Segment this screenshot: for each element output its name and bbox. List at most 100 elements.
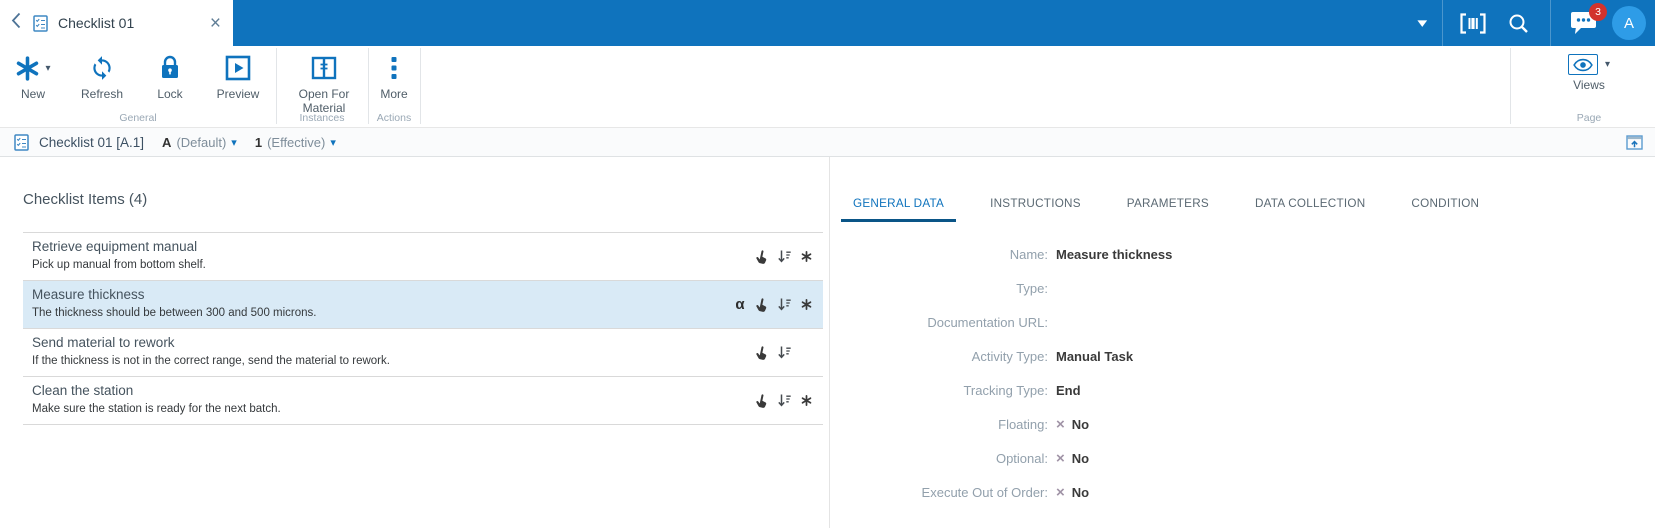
item-description: If the thickness is not in the correct r… [32,355,390,367]
checklist-items-heading: Checklist Items (4) [23,191,148,208]
item-description: Make sure the station is ready for the n… [32,403,281,415]
breadcrumb-title: Checklist 01 [A.1] [39,134,145,150]
open-for-material-button[interactable]: Open For Material [282,52,366,115]
field-documentation-url: Documentation URL: [853,305,1655,339]
tab-instructions[interactable]: INSTRUCTIONS [978,197,1093,222]
chevron-down-icon: ▾ [231,136,237,149]
button-label: New [20,87,45,101]
no-cross-icon: × [1056,449,1065,467]
sort-order-icon [773,297,795,312]
sort-order-icon [773,345,795,360]
group-separator [1510,48,1511,124]
details-tabs: GENERAL DATA INSTRUCTIONS PARAMETERS DAT… [841,197,1655,222]
eye-icon [1567,54,1598,75]
sort-order-icon [773,393,795,408]
mandatory-asterisk-icon [795,251,817,262]
checklist-items-panel: Checklist Items (4) Retrieve equipment m… [0,157,829,528]
chevron-down-icon: ▾ [330,136,336,149]
open-in-window-icon[interactable] [1626,135,1643,150]
field-value: No [1071,450,1090,466]
manual-task-hand-icon [751,249,773,265]
item-description: Pick up manual from bottom shelf. [32,259,206,271]
new-dropdown-caret-icon: ▾ [45,62,51,74]
button-label: Lock [157,87,183,101]
notification-badge: 3 [1589,3,1607,21]
more-button[interactable]: More [370,52,418,101]
item-title: Clean the station [32,383,134,398]
group-separator [420,48,421,124]
list-item-measure-thickness[interactable]: Measure thickness The thickness should b… [23,281,823,329]
checklist-document-icon [14,133,29,151]
tab-general-data[interactable]: GENERAL DATA [841,197,957,222]
search-icon[interactable] [1508,13,1529,34]
topbar-separator [1550,0,1551,46]
new-asterisk-icon: ▾ [15,52,51,84]
field-label: Optional: [995,450,1048,466]
list-item-retrieve-equipment-manual[interactable]: Retrieve equipment manual Pick up manual… [23,233,823,281]
group-label-instances: Instances [299,112,345,124]
field-activity-type: Activity Type: Manual Task [853,339,1655,373]
field-value: Manual Task [1056,348,1134,364]
item-details-panel: GENERAL DATA INSTRUCTIONS PARAMETERS DAT… [829,157,1655,528]
field-value: Measure thickness [1056,246,1173,262]
button-label: More [380,87,408,101]
button-label: Preview [216,87,260,101]
checklist-items-list: Retrieve equipment manual Pick up manual… [23,232,823,425]
lock-icon [159,52,181,84]
manual-task-hand-icon [751,297,773,313]
topbar-dropdown-caret-icon[interactable]: ▾ [1418,15,1428,31]
new-button[interactable]: ▾ New [2,52,64,101]
barcode-scanner-icon[interactable] [1460,12,1486,34]
field-optional: Optional: × No [853,441,1655,475]
revision-selector[interactable]: A (Default) ▾ [162,135,237,150]
user-avatar[interactable]: A [1612,6,1646,40]
checklist-document-icon [33,14,48,32]
item-title: Measure thickness [32,287,145,302]
back-button[interactable] [11,12,21,34]
item-description: The thickness should be between 300 and … [32,307,317,319]
refresh-icon [89,52,115,84]
field-execute-out-of-order: Execute Out of Order: × No [853,475,1655,509]
preview-icon [225,52,251,84]
field-label: Tracking Type: [963,382,1048,398]
field-value: No [1071,416,1090,432]
field-label: Name: [1009,246,1048,262]
group-label-actions: Actions [376,112,412,124]
field-floating: Floating: × No [853,407,1655,441]
topbar-actions: ▾ 3 A [1418,0,1655,46]
active-document-tab[interactable]: Checklist 01 × [0,0,233,46]
messages-icon[interactable]: 3 [1570,3,1607,35]
preview-button[interactable]: Preview [202,52,274,101]
version-selector[interactable]: 1 (Effective) ▾ [255,135,336,150]
alpha-data-collection-icon: α [735,296,745,313]
group-label-general: General [119,112,157,124]
tab-condition[interactable]: CONDITION [1399,197,1491,222]
main-content: Checklist Items (4) Retrieve equipment m… [0,157,1655,528]
tab-parameters[interactable]: PARAMETERS [1115,197,1221,222]
version-qualifier: (Effective) [267,134,326,150]
field-label: Floating: [998,416,1048,432]
more-dots-icon [390,52,398,84]
field-label: Execute Out of Order: [921,484,1048,500]
list-item-clean-the-station[interactable]: Clean the station Make sure the station … [23,377,823,425]
field-name: Name: Measure thickness [853,237,1655,271]
field-label: Activity Type: [971,348,1048,364]
tab-data-collection[interactable]: DATA COLLECTION [1243,197,1377,222]
button-label: Views [1573,78,1605,92]
button-label: Refresh [80,87,124,101]
close-tab-icon[interactable]: × [210,14,221,33]
mandatory-asterisk-icon [795,395,817,406]
back-chevron-icon [11,12,21,34]
views-dropdown-caret-icon: ▾ [1604,59,1611,70]
ribbon-toolbar: ▾ New Refresh Lock Preview Open For Mate… [0,46,1655,127]
item-title: Send material to rework [32,335,175,350]
top-bar: Checklist 01 × ▾ 3 A [0,0,1655,46]
list-item-send-material-to-rework[interactable]: Send material to rework If the thickness… [23,329,823,377]
lock-button[interactable]: Lock [142,52,198,101]
breadcrumb-bar: Checklist 01 [A.1] A (Default) ▾ 1 (Effe… [0,127,1655,157]
field-label: Type: [1016,280,1048,296]
field-value: End [1056,382,1081,398]
topbar-separator [1442,0,1443,46]
refresh-button[interactable]: Refresh [66,52,138,101]
views-button[interactable]: ▾ Views [1552,54,1626,92]
